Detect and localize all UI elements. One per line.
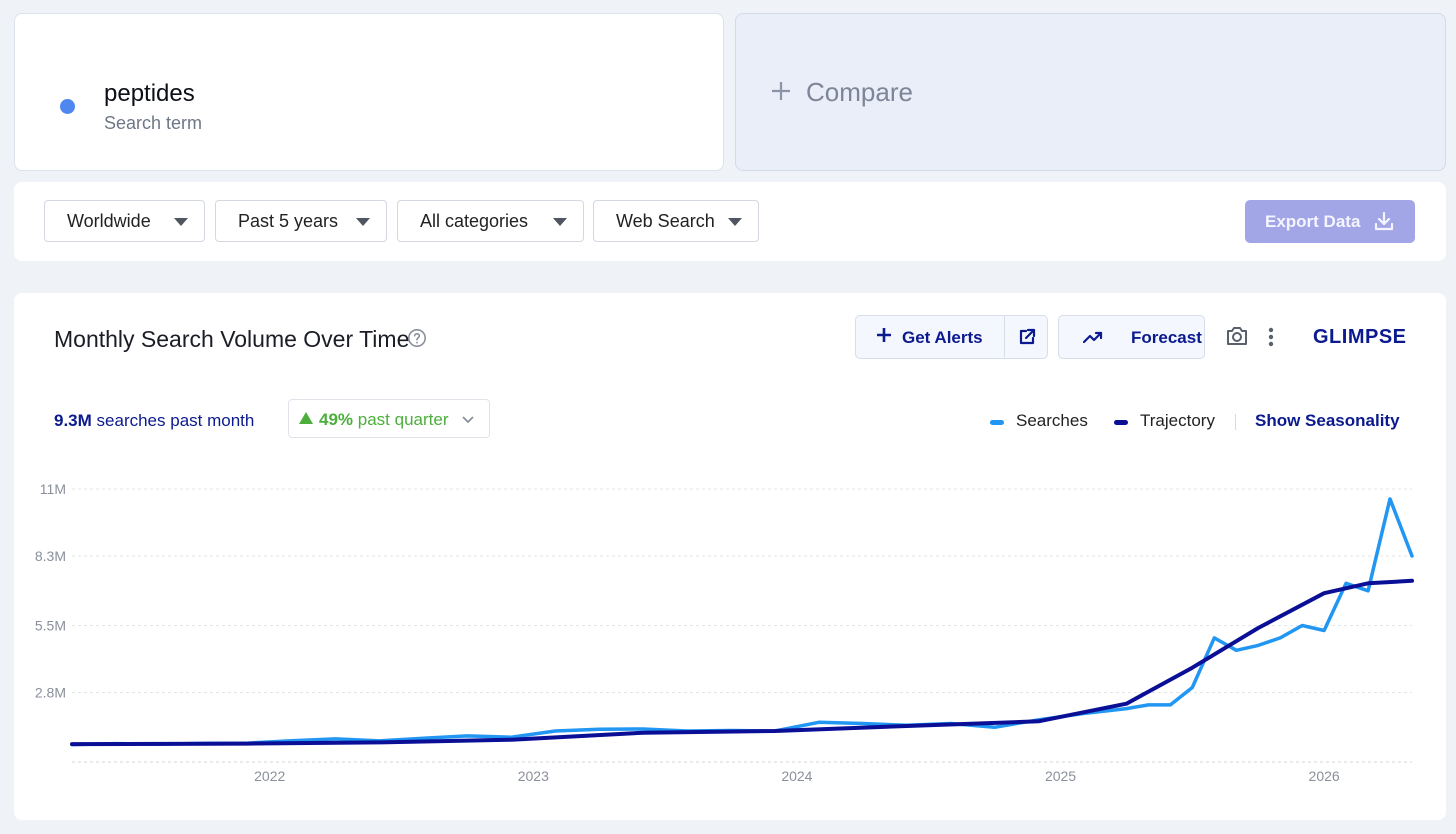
help-circle-icon[interactable] [407, 328, 427, 353]
legend-swatch-trajectory [1114, 420, 1128, 425]
searches-past-month: 9.3M searches past month [54, 411, 254, 431]
legend-divider [1235, 414, 1236, 430]
search-term-card[interactable]: peptides Search term [14, 13, 724, 171]
get-alerts-button[interactable]: Get Alerts [856, 316, 1004, 358]
searches-value: 9.3M [54, 411, 92, 430]
legend-searches-label: Searches [1016, 411, 1088, 430]
searches-series-line [70, 497, 1414, 747]
source-dropdown[interactable]: Web Search [593, 200, 759, 242]
open-external-button[interactable] [1005, 316, 1048, 358]
caret-down-icon [174, 218, 188, 226]
source-value: Web Search [616, 210, 715, 231]
caret-down-icon [728, 218, 742, 226]
x-tick-label: 2024 [781, 768, 812, 784]
x-tick-label: 2026 [1309, 768, 1340, 784]
filter-bar: Worldwide Past 5 years All categories We… [14, 182, 1446, 261]
search-volume-chart: 11M 8.3M 5.5M 2.8M 2022 2023 2024 2025 2026 [35, 481, 1414, 784]
chart-legend: Searches Trajectory Show Seasonality [990, 411, 1406, 435]
x-tick-label: 2023 [518, 768, 549, 784]
compare-label: Compare [806, 77, 913, 107]
compare-button[interactable]: Compare [735, 13, 1446, 171]
term-color-dot [60, 99, 75, 114]
growth-period: past quarter [357, 410, 449, 429]
plus-icon [876, 324, 892, 348]
chart-title: Monthly Search Volume Over Time [54, 326, 410, 352]
camera-icon[interactable] [1225, 325, 1249, 352]
external-link-icon [1017, 327, 1037, 352]
y-tick-label: 8.3M [35, 548, 66, 564]
caret-down-icon [356, 218, 370, 226]
plus-icon [770, 76, 792, 110]
search-term-name: peptides [104, 80, 195, 107]
growth-percent: 49% [319, 410, 354, 429]
period-dropdown[interactable]: Past 5 years [215, 200, 387, 242]
caret-down-icon [553, 218, 567, 226]
more-vertical-icon[interactable] [1267, 327, 1275, 352]
export-label: Export Data [1265, 211, 1361, 231]
period-value: Past 5 years [238, 210, 339, 231]
show-seasonality-button[interactable]: Show Seasonality [1255, 411, 1400, 431]
trajectory-series-line [70, 578, 1414, 747]
legend-swatch-searches [990, 420, 1004, 425]
searches-label: searches past month [96, 411, 255, 430]
brand-logo: GLIMPSE [1313, 326, 1407, 348]
category-value: All categories [420, 210, 529, 231]
trending-up-icon [1082, 328, 1103, 351]
growth-text: 49% past quarter [319, 410, 449, 430]
download-icon [1373, 210, 1395, 237]
growth-dropdown[interactable]: 49% past quarter [288, 399, 490, 438]
x-tick-label: 2025 [1045, 768, 1076, 784]
triangle-up-icon [299, 412, 313, 424]
forecast-button[interactable]: Forecast [1058, 315, 1205, 359]
location-value: Worldwide [67, 210, 151, 231]
legend-trajectory-label: Trajectory [1140, 411, 1215, 430]
export-data-button[interactable]: Export Data [1245, 200, 1415, 243]
alerts-group: Get Alerts [855, 315, 1048, 359]
location-dropdown[interactable]: Worldwide [44, 200, 205, 242]
y-tick-label: 11M [40, 481, 66, 497]
x-tick-label: 2022 [254, 768, 285, 784]
category-dropdown[interactable]: All categories [397, 200, 584, 242]
y-tick-label: 2.8M [35, 685, 66, 701]
chart-card: 11M 8.3M 5.5M 2.8M 2022 2023 2024 2025 2026 Mont… [14, 293, 1446, 820]
forecast-label: Forecast [1131, 328, 1202, 347]
chevron-down-icon [461, 412, 475, 430]
get-alerts-label: Get Alerts [902, 328, 983, 347]
search-term-type: Search term [104, 113, 203, 133]
y-tick-label: 5.5M [35, 618, 66, 634]
